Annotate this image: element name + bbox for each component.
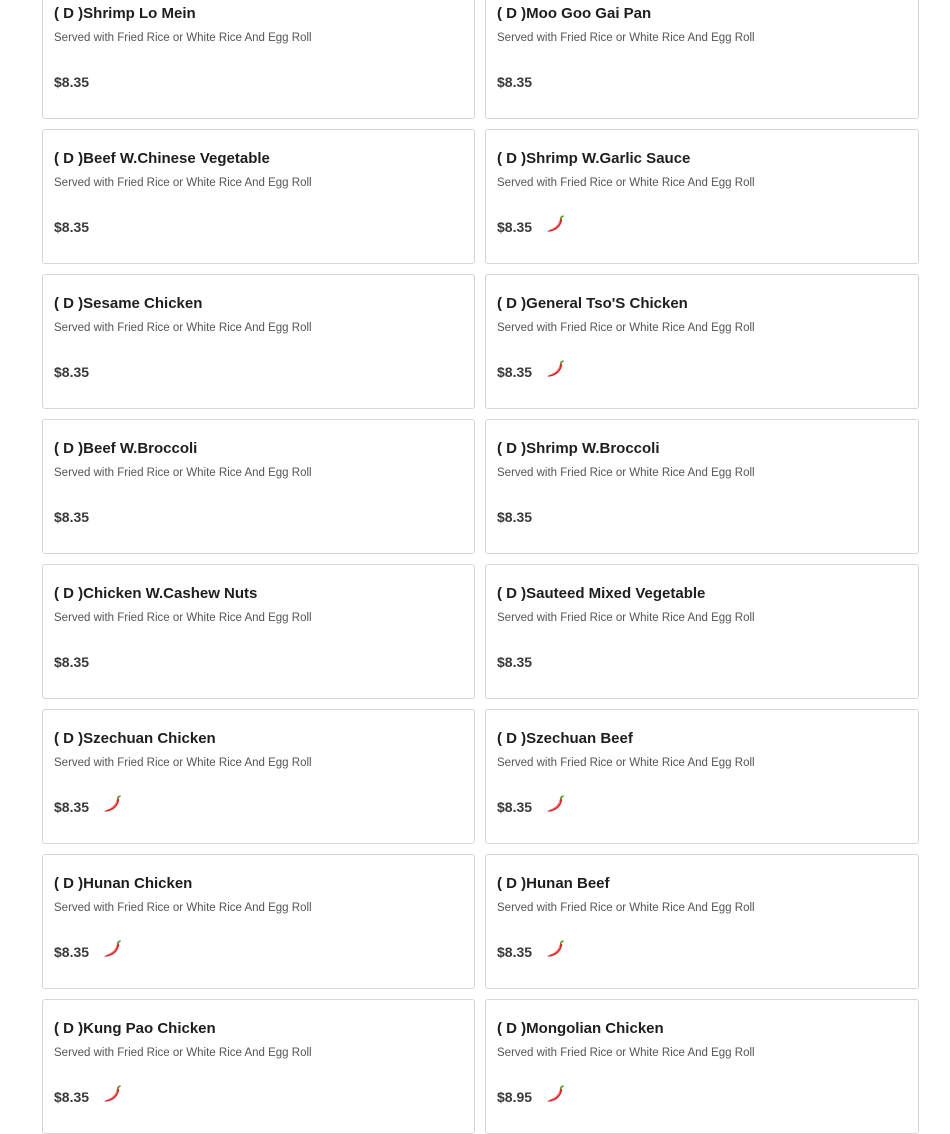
menu-item-name: ( D )Beef W.Broccoli bbox=[54, 440, 198, 457]
menu-item-price-row: $8.35 bbox=[497, 795, 907, 818]
menu-item-price-row: $8.35 bbox=[54, 651, 463, 673]
menu-item-price-row: $8.35 bbox=[497, 651, 907, 673]
menu-item-card[interactable]: ( D )Chicken W.Cashew Nuts Served with F… bbox=[42, 564, 475, 699]
menu-item-name: ( D )Hunan Chicken bbox=[54, 875, 193, 892]
menu-item-description: Served with Fried Rice or White Rice And… bbox=[497, 757, 755, 769]
menu-item-price-row: $8.35 bbox=[497, 940, 907, 963]
menu-item-price: $8.35 bbox=[54, 364, 90, 380]
menu-item-card[interactable]: ( D )Shrimp W.Broccoli Served with Fried… bbox=[485, 419, 919, 554]
menu-item-price-row: $8.35 bbox=[54, 506, 463, 528]
menu-item-card[interactable]: ( D )Szechuan Beef Served with Fried Ric… bbox=[485, 709, 919, 844]
menu-item-description: Served with Fried Rice or White Rice And… bbox=[54, 612, 312, 624]
menu-item-card[interactable]: ( D )Sauteed Mixed Vegetable Served with… bbox=[485, 564, 919, 699]
menu-item-price: $8.35 bbox=[497, 509, 533, 525]
menu-item-description: Served with Fried Rice or White Rice And… bbox=[54, 322, 312, 334]
chili-pepper-icon bbox=[547, 1085, 564, 1102]
menu-item-card[interactable]: ( D )Beef W.Broccoli Served with Fried R… bbox=[42, 419, 475, 554]
menu-item-card[interactable]: ( D )Sesame Chicken Served with Fried Ri… bbox=[42, 274, 475, 409]
menu-item-name: ( D )Sauteed Mixed Vegetable bbox=[497, 585, 706, 602]
menu-item-price: $8.35 bbox=[497, 74, 533, 90]
menu-item-price: $8.35 bbox=[497, 799, 533, 815]
chili-pepper-icon bbox=[104, 795, 121, 812]
menu-item-description: Served with Fried Rice or White Rice And… bbox=[497, 902, 755, 914]
chili-pepper-icon bbox=[104, 940, 121, 957]
menu-item-price: $8.35 bbox=[54, 799, 90, 815]
menu-item-card[interactable]: ( D )General Tso'S Chicken Served with F… bbox=[485, 274, 919, 409]
menu-item-name: ( D )Chicken W.Cashew Nuts bbox=[54, 585, 258, 602]
menu-item-price: $8.35 bbox=[54, 1089, 90, 1105]
menu-item-card[interactable]: ( D )Moo Goo Gai Pan Served with Fried R… bbox=[485, 0, 919, 119]
chili-pepper-icon bbox=[547, 795, 564, 812]
menu-item-price: $8.35 bbox=[54, 654, 90, 670]
menu-item-description: Served with Fried Rice or White Rice And… bbox=[497, 32, 755, 44]
menu-item-name: ( D )Shrimp W.Broccoli bbox=[497, 440, 660, 457]
menu-item-price-row: $8.35 bbox=[54, 795, 463, 818]
menu-item-price: $8.35 bbox=[497, 219, 533, 235]
menu-item-name: ( D )Szechuan Beef bbox=[497, 730, 633, 747]
menu-item-price: $8.35 bbox=[54, 944, 90, 960]
menu-item-name: ( D )Hunan Beef bbox=[497, 875, 610, 892]
menu-item-price-row: $8.35 bbox=[497, 360, 907, 383]
menu-item-description: Served with Fried Rice or White Rice And… bbox=[54, 757, 312, 769]
menu-item-card[interactable]: ( D )Shrimp Lo Mein Served with Fried Ri… bbox=[42, 0, 475, 119]
menu-item-grid: ( D )Shrimp Lo Mein Served with Fried Ri… bbox=[42, 0, 919, 1134]
menu-item-card[interactable]: ( D )Mongolian Chicken Served with Fried… bbox=[485, 999, 919, 1134]
menu-item-name: ( D )General Tso'S Chicken bbox=[497, 295, 688, 312]
menu-item-price: $8.35 bbox=[497, 944, 533, 960]
menu-item-price-row: $8.35 bbox=[497, 71, 907, 93]
menu-item-price-row: $8.35 bbox=[497, 506, 907, 528]
menu-item-card[interactable]: ( D )Szechuan Chicken Served with Fried … bbox=[42, 709, 475, 844]
menu-item-name: ( D )Mongolian Chicken bbox=[497, 1020, 664, 1037]
chili-pepper-icon bbox=[547, 360, 564, 377]
menu-item-price-row: $8.35 bbox=[54, 216, 463, 238]
menu-item-card[interactable]: ( D )Shrimp W.Garlic Sauce Served with F… bbox=[485, 129, 919, 264]
menu-item-description: Served with Fried Rice or White Rice And… bbox=[497, 322, 755, 334]
menu-item-name: ( D )Moo Goo Gai Pan bbox=[497, 5, 652, 22]
menu-item-description: Served with Fried Rice or White Rice And… bbox=[497, 177, 755, 189]
menu-item-price: $8.35 bbox=[497, 654, 533, 670]
menu-item-name: ( D )Szechuan Chicken bbox=[54, 730, 216, 747]
menu-item-name: ( D )Kung Pao Chicken bbox=[54, 1020, 216, 1037]
menu-item-price: $8.35 bbox=[54, 509, 90, 525]
menu-item-price: $8.35 bbox=[54, 219, 90, 235]
chili-pepper-icon bbox=[104, 1085, 121, 1102]
menu-item-name: ( D )Shrimp Lo Mein bbox=[54, 5, 196, 22]
menu-item-price-row: $8.35 bbox=[497, 215, 907, 238]
chili-pepper-icon bbox=[547, 215, 564, 232]
menu-item-description: Served with Fried Rice or White Rice And… bbox=[497, 467, 755, 479]
menu-item-name: ( D )Beef W.Chinese Vegetable bbox=[54, 150, 270, 167]
menu-item-description: Served with Fried Rice or White Rice And… bbox=[54, 32, 312, 44]
menu-item-card[interactable]: ( D )Kung Pao Chicken Served with Fried … bbox=[42, 999, 475, 1134]
menu-item-name: ( D )Sesame Chicken bbox=[54, 295, 203, 312]
menu-item-card[interactable]: ( D )Beef W.Chinese Vegetable Served wit… bbox=[42, 129, 475, 264]
menu-item-price: $8.35 bbox=[54, 74, 90, 90]
menu-item-card[interactable]: ( D )Hunan Chicken Served with Fried Ric… bbox=[42, 854, 475, 989]
menu-item-description: Served with Fried Rice or White Rice And… bbox=[54, 177, 312, 189]
menu-item-description: Served with Fried Rice or White Rice And… bbox=[54, 902, 312, 914]
menu-item-name: ( D )Shrimp W.Garlic Sauce bbox=[497, 150, 691, 167]
menu-item-price-row: $8.35 bbox=[54, 940, 463, 963]
menu-item-card[interactable]: ( D )Hunan Beef Served with Fried Rice o… bbox=[485, 854, 919, 989]
menu-item-price: $8.35 bbox=[497, 364, 533, 380]
menu-item-description: Served with Fried Rice or White Rice And… bbox=[54, 1047, 312, 1059]
menu-item-price-row: $8.35 bbox=[54, 361, 463, 383]
menu-item-description: Served with Fried Rice or White Rice And… bbox=[54, 467, 312, 479]
menu-item-price-row: $8.35 bbox=[54, 71, 463, 93]
menu-item-price: $8.95 bbox=[497, 1089, 533, 1105]
chili-pepper-icon bbox=[547, 940, 564, 957]
menu-item-description: Served with Fried Rice or White Rice And… bbox=[497, 612, 755, 624]
menu-item-description: Served with Fried Rice or White Rice And… bbox=[497, 1047, 755, 1059]
